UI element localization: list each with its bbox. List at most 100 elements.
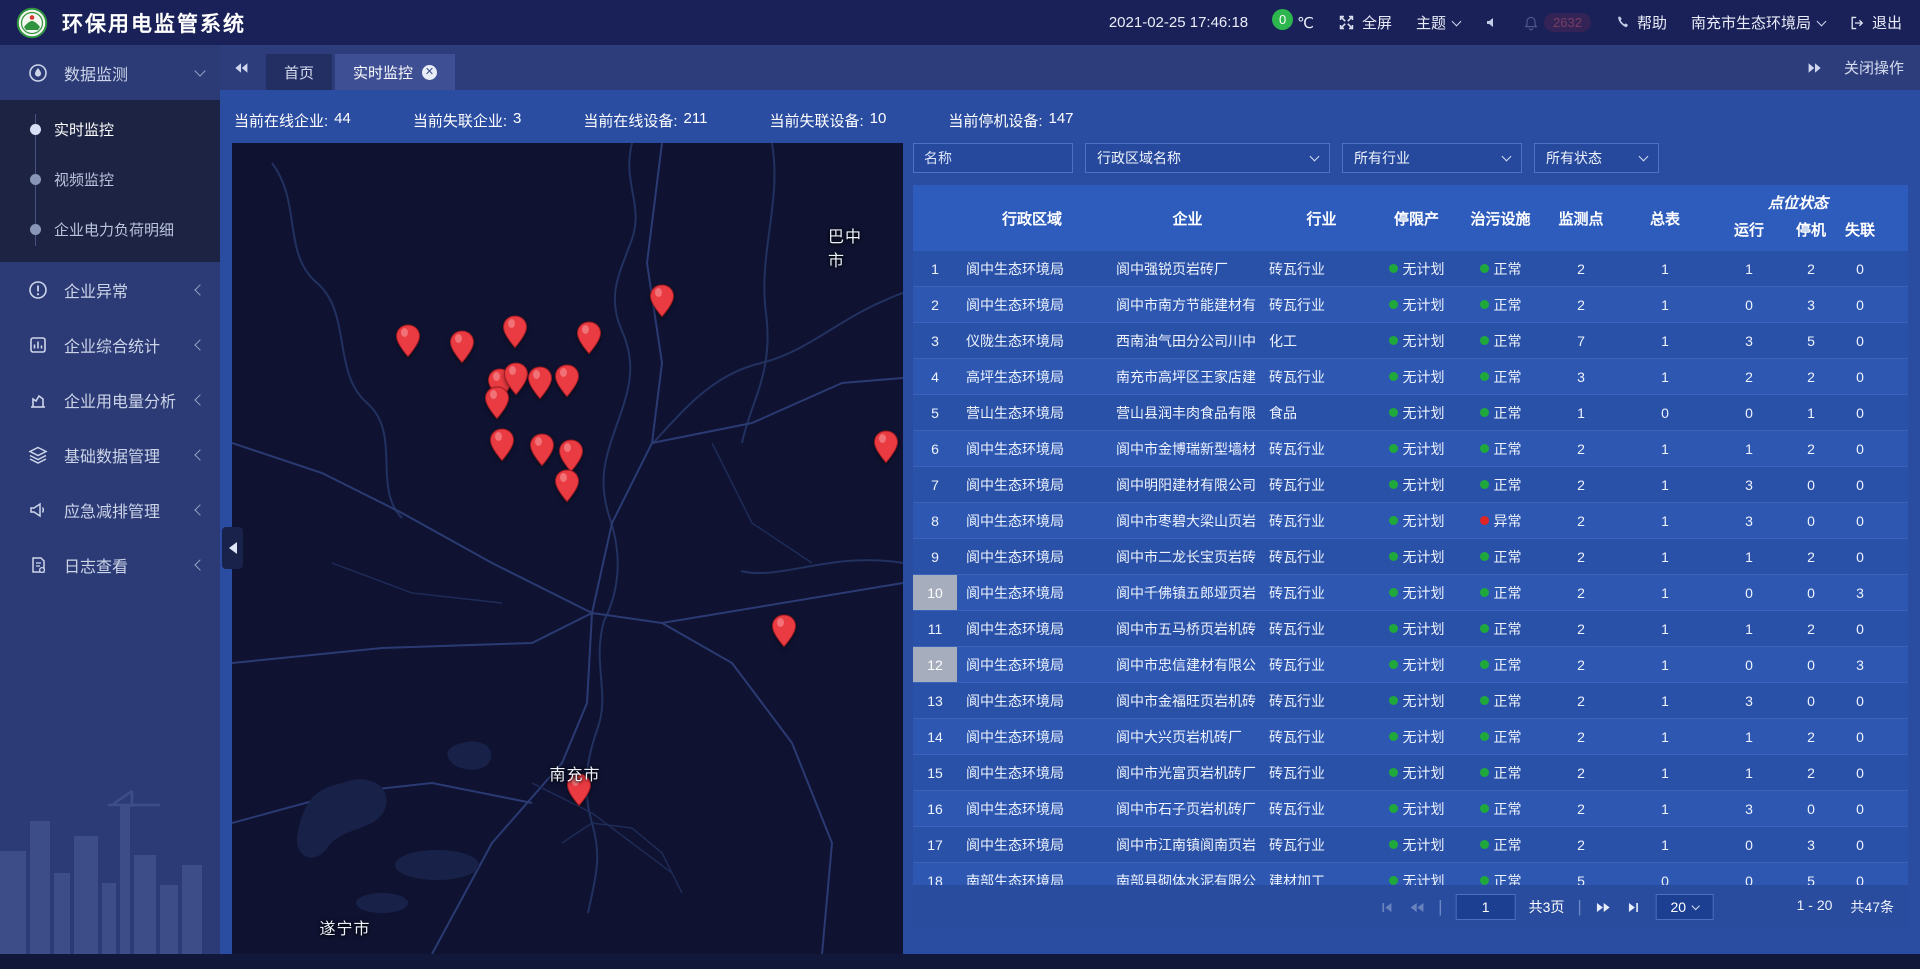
cell-meters: 1 [1619, 683, 1711, 718]
page-size-select[interactable]: 20 [1656, 894, 1714, 920]
map-pin-icon[interactable] [554, 469, 580, 503]
map-pin-icon[interactable] [489, 428, 515, 462]
cell-run: 0 [1711, 827, 1787, 862]
status-filter-select[interactable]: 所有状态 [1534, 143, 1659, 173]
col-header: 行业 [1268, 185, 1375, 251]
tab-close-icon[interactable]: ✕ [422, 65, 437, 80]
sidebar-item-chart[interactable]: 企业用电量分析 [0, 372, 220, 427]
map-pin-icon[interactable] [529, 433, 555, 467]
sidebar-item-horn[interactable]: 应急减排管理 [0, 482, 220, 537]
prev-page-button[interactable] [1407, 900, 1425, 915]
map-pin-icon[interactable] [395, 324, 421, 358]
map-panel[interactable]: 巴中市南充市遂宁市 [232, 143, 903, 954]
sidebar-item-log[interactable]: 日志查看 [0, 537, 220, 592]
row-index: 12 [913, 647, 957, 682]
table-row[interactable]: 5 营山生态环境局 营山县润丰肉食品有限 食品 无计划 正常 1 0 0 1 0 [913, 395, 1908, 431]
stat-item: 当前失联设备:10 [769, 110, 886, 131]
cell-lost: 0 [1835, 863, 1885, 885]
help-button[interactable]: 帮助 [1615, 12, 1667, 33]
table-row[interactable]: 18 南部生态环境局 南部县砌体水泥有限公 建材加工 无计划 正常 5 0 0 … [913, 863, 1908, 885]
map-pin-icon[interactable] [771, 614, 797, 648]
map-pin-icon[interactable] [558, 439, 584, 473]
sidebar-item-stats[interactable]: 企业综合统计 [0, 317, 220, 372]
cell-stop-status: 无计划 [1375, 791, 1458, 826]
table-row[interactable]: 12 阆中生态环境局 阆中市忠信建材有限公 砖瓦行业 无计划 正常 2 1 0 … [913, 647, 1908, 683]
log-icon [28, 555, 48, 575]
close-operations-button[interactable]: 关闭操作 [1844, 57, 1904, 78]
table-row[interactable]: 9 阆中生态环境局 阆中市二龙长宝页岩砖 砖瓦行业 无计划 正常 2 1 1 2… [913, 539, 1908, 575]
tab-home[interactable]: 首页 [266, 54, 332, 90]
row-index: 17 [913, 827, 957, 862]
stat-item: 当前在线企业:44 [234, 110, 351, 131]
stats-bar: 当前在线企业:44当前失联企业:3当前在线设备:211当前失联设备:10当前停机… [220, 90, 1920, 143]
row-index: 10 [913, 575, 957, 610]
logout-button[interactable]: 退出 [1849, 12, 1902, 33]
tabs-scroll-left-icon[interactable] [232, 60, 250, 76]
first-page-button[interactable] [1377, 900, 1394, 915]
stat-label: 当前在线企业: [234, 110, 328, 131]
cell-meters: 1 [1619, 827, 1711, 862]
page-input[interactable] [1456, 894, 1516, 920]
map-pin-icon[interactable] [873, 430, 899, 464]
collapse-panel-handle[interactable] [222, 527, 243, 569]
theme-dropdown[interactable]: 主题 [1416, 12, 1460, 33]
table-row[interactable]: 13 阆中生态环境局 阆中市金福旺页岩机砖 砖瓦行业 无计划 正常 2 1 3 … [913, 683, 1908, 719]
org-dropdown[interactable]: 南充市生态环境局 [1691, 12, 1825, 33]
table-row[interactable]: 6 阆中生态环境局 阆中市金博瑞新型墙材 砖瓦行业 无计划 正常 2 1 1 2… [913, 431, 1908, 467]
stat-value: 3 [513, 110, 521, 131]
table-row[interactable]: 8 阆中生态环境局 阆中市枣碧大梁山页岩 砖瓦行业 无计划 异常 2 1 3 0… [913, 503, 1908, 539]
cell-facility-status: 正常 [1458, 251, 1543, 286]
cell-region: 仪陇生态环境局 [957, 331, 1107, 351]
map-pin-icon[interactable] [502, 315, 528, 349]
sidebar-subitem[interactable]: 视频监控 [0, 154, 220, 204]
map-pin-icon[interactable] [449, 330, 475, 364]
notifications[interactable]: 2632 [1523, 13, 1591, 32]
cell-industry: 砖瓦行业 [1268, 475, 1375, 495]
sidebar-item-layers[interactable]: 基础数据管理 [0, 427, 220, 482]
tab-realtime-monitor[interactable]: 实时监控 ✕ [335, 54, 455, 90]
table-row[interactable]: 16 阆中生态环境局 阆中市石子页岩机砖厂 砖瓦行业 无计划 正常 2 1 3 … [913, 791, 1908, 827]
row-index: 15 [913, 755, 957, 790]
sidebar-item-alert[interactable]: 企业异常 [0, 262, 220, 317]
region-filter-select[interactable]: 行政区域名称 [1085, 143, 1330, 173]
fullscreen-button[interactable]: 全屏 [1338, 12, 1392, 33]
sidebar-item-data-monitor[interactable]: 数据监测 [0, 45, 220, 100]
table-row[interactable]: 2 阆中生态环境局 阆中市南方节能建材有 砖瓦行业 无计划 正常 2 1 0 3… [913, 287, 1908, 323]
cell-points: 2 [1543, 611, 1619, 646]
map-pin-icon[interactable] [576, 321, 602, 355]
table-row[interactable]: 15 阆中生态环境局 阆中市光富页岩机砖厂 砖瓦行业 无计划 正常 2 1 1 … [913, 755, 1908, 791]
table-row[interactable]: 3 仪陇生态环境局 西南油气田分公司川中 化工 无计划 正常 7 1 3 5 0 [913, 323, 1908, 359]
table-row[interactable]: 17 阆中生态环境局 阆中市江南镇阆南页岩 砖瓦行业 无计划 正常 2 1 0 … [913, 827, 1908, 863]
map-pin-icon[interactable] [484, 386, 510, 420]
table-row[interactable]: 4 高坪生态环境局 南充市高坪区王家店建 砖瓦行业 无计划 正常 3 1 2 2… [913, 359, 1908, 395]
map-pin-icon[interactable] [527, 366, 553, 400]
cell-stop-status: 无计划 [1375, 323, 1458, 358]
status-dot-icon [1480, 336, 1489, 345]
help-label: 帮助 [1637, 12, 1667, 33]
table-row[interactable]: 11 阆中生态环境局 阆中市五马桥页岩机砖 砖瓦行业 无计划 正常 2 1 1 … [913, 611, 1908, 647]
map-pin-icon[interactable] [649, 284, 675, 318]
table-row[interactable]: 14 阆中生态环境局 阆中大兴页岩机砖厂 砖瓦行业 无计划 正常 2 1 1 2… [913, 719, 1908, 755]
sidebar-subitem[interactable]: 企业电力负荷明细 [0, 204, 220, 254]
cell-run: 2 [1711, 359, 1787, 394]
cell-meters: 1 [1619, 719, 1711, 754]
next-page-button[interactable] [1595, 900, 1613, 915]
name-filter-input[interactable] [913, 143, 1073, 173]
cell-company: 阆中市石子页岩机砖厂 [1107, 799, 1268, 819]
tabs-scroll-right-icon[interactable] [1806, 60, 1824, 76]
cell-halt: 0 [1787, 575, 1835, 610]
table-row[interactable]: 1 阆中生态环境局 阆中强锐页岩砖厂 砖瓦行业 无计划 正常 2 1 1 2 0 [913, 251, 1908, 287]
industry-filter-select[interactable]: 所有行业 [1342, 143, 1522, 173]
map-pin-icon[interactable] [554, 364, 580, 398]
cell-halt: 2 [1787, 359, 1835, 394]
last-page-button[interactable] [1626, 900, 1643, 915]
col-header: 监测点 [1543, 185, 1619, 251]
table-row[interactable]: 7 阆中生态环境局 阆中明阳建材有限公司 砖瓦行业 无计划 正常 2 1 3 0… [913, 467, 1908, 503]
cell-industry: 砖瓦行业 [1268, 583, 1375, 603]
cell-stop-status: 无计划 [1375, 359, 1458, 394]
mute-speaker-button[interactable] [1484, 15, 1499, 30]
table-row[interactable]: 10 阆中生态环境局 阆中千佛镇五郎垭页岩 砖瓦行业 无计划 正常 2 1 0 … [913, 575, 1908, 611]
cell-run: 3 [1711, 323, 1787, 358]
sidebar-subitem[interactable]: 实时监控 [0, 104, 220, 154]
col-subheader: 失联 [1835, 215, 1885, 251]
